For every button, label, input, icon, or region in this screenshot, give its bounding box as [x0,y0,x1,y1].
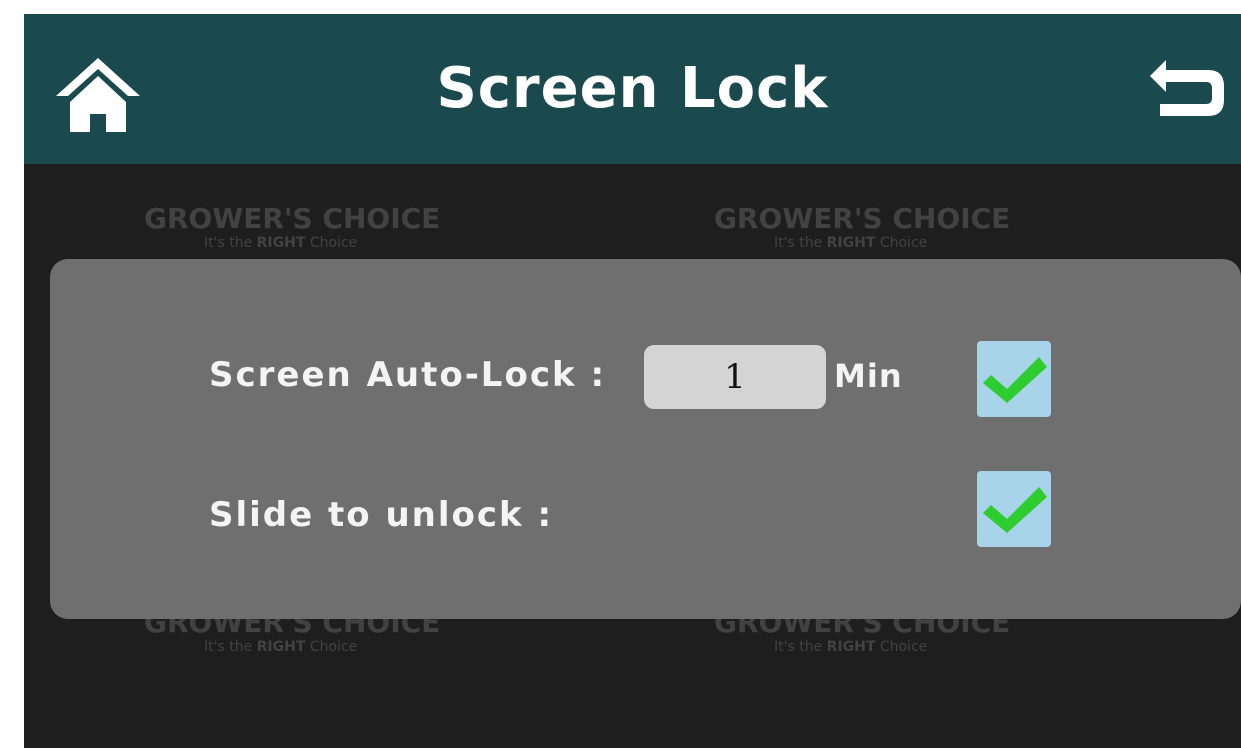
slide-unlock-label: Slide to unlock : [209,495,554,535]
page-title: Screen Lock [436,56,829,121]
back-arrow-icon [1150,60,1224,116]
watermark-tagline: It's the RIGHT Choice [204,639,358,655]
slide-unlock-checkbox[interactable] [977,471,1051,547]
minutes-unit-label: Min [834,357,903,395]
checkmark-icon [983,487,1047,533]
checkmark-icon [983,357,1047,403]
watermark-tagline: It's the RIGHT Choice [204,235,358,251]
auto-lock-label: Screen Auto-Lock : [209,355,607,395]
settings-panel: Screen Auto-Lock : 1 Min Slide to unlock… [50,259,1241,619]
back-button[interactable] [1146,56,1226,120]
header-bar: Screen Lock [24,14,1241,164]
watermark-logo: GROWER'S CHOICE It's the RIGHT Choice [144,202,440,251]
watermark-brand: GROWER'S CHOICE [144,202,441,235]
auto-lock-minutes-input[interactable]: 1 [644,345,826,409]
watermark-logo: GROWER'S CHOICE It's the RIGHT Choice [714,202,1010,251]
device-screen: Screen Lock GROWER'S CHOICE It's the RIG… [24,14,1241,748]
auto-lock-checkbox[interactable] [977,341,1051,417]
watermark-tagline: It's the RIGHT Choice [774,235,928,251]
watermark-brand: GROWER'S CHOICE [714,202,1011,235]
watermark-tagline: It's the RIGHT Choice [774,639,928,655]
